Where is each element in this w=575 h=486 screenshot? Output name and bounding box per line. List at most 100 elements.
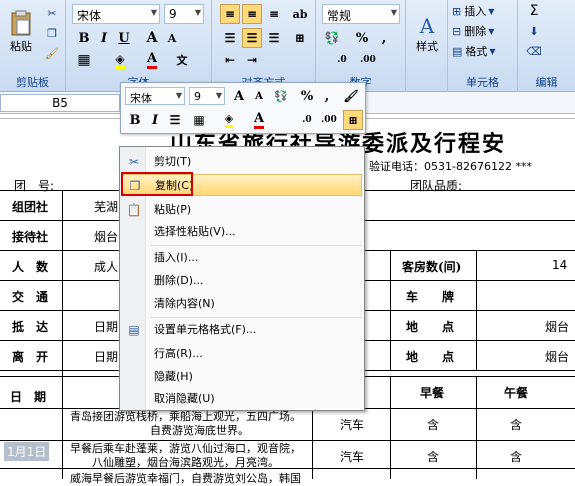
styles-icon: A xyxy=(419,14,435,38)
align-right-button[interactable]: ☰ xyxy=(264,28,284,48)
divider xyxy=(390,250,391,370)
mini-border-button[interactable]: ▦ xyxy=(189,110,209,130)
mini-percent-button[interactable]: % xyxy=(297,86,317,106)
shrink-font-glyph: A xyxy=(255,90,263,102)
cut-button[interactable]: ✂ xyxy=(42,4,62,22)
mini-increase-decimal-button[interactable]: .0 xyxy=(297,110,317,130)
mini-grow-font-button[interactable]: A xyxy=(229,86,249,106)
decrease-font-button[interactable]: A xyxy=(162,28,182,48)
mini-comma-button[interactable]: , xyxy=(317,86,337,106)
chevron-down-icon: ▼ xyxy=(488,6,495,16)
mini-merge-button[interactable]: ⊞ xyxy=(343,110,363,130)
align-left-button[interactable]: ☰ xyxy=(220,28,240,48)
mini-font-color-button[interactable]: A xyxy=(249,110,269,130)
phonetic-button[interactable]: 文 xyxy=(172,50,192,70)
autosum-button[interactable]: Σ xyxy=(522,2,546,20)
menu-item-delete[interactable]: 删除(D)... xyxy=(122,270,362,292)
align-top-button[interactable]: ≡ xyxy=(220,4,240,24)
fill-button[interactable]: ⬇ xyxy=(522,22,546,40)
decrease-decimal-button[interactable]: .00 xyxy=(358,50,378,70)
menu-item-cut[interactable]: ✂ 剪切(T) xyxy=(122,151,362,173)
menu-item-paste-special[interactable]: 选择性粘贴(V)... xyxy=(122,221,362,243)
fill-down-icon: ⬇ xyxy=(529,24,539,38)
paste-icon xyxy=(11,10,31,36)
comma-button[interactable]: , xyxy=(374,28,394,48)
menu-item-hide[interactable]: 隐藏(H) xyxy=(122,366,362,388)
format-icon: ▤ xyxy=(452,44,463,58)
insert-icon: ⊞ xyxy=(452,4,462,18)
alignment-group: ≡ ≡ ≡ ab ☰ ☰ ☰ ⊞ ⇤ ⇥ 对齐方式 xyxy=(212,0,316,92)
align-top-icon: ≡ xyxy=(224,7,236,21)
mini-center-button[interactable]: ☰ xyxy=(165,110,185,130)
borders-button[interactable]: ▦ xyxy=(74,50,94,70)
menu-item-paste[interactable]: 📋 粘贴(P) xyxy=(122,199,362,221)
font-name-combo[interactable]: 宋体 ▼ xyxy=(72,4,160,24)
number-format-combo[interactable]: 常规 ▼ xyxy=(322,4,400,24)
leave-date: 日期 xyxy=(94,350,119,364)
paste-button[interactable]: 粘贴 xyxy=(4,4,38,60)
menu-item-label: 清除内容(N) xyxy=(154,297,215,310)
copy-button[interactable]: ❐ xyxy=(42,24,62,42)
itinerary-breakfast: 含 xyxy=(427,450,440,464)
font-color-button[interactable]: A xyxy=(142,50,162,70)
underline-button[interactable]: U xyxy=(114,28,134,48)
chevron-down-icon: ▼ xyxy=(175,91,182,100)
menu-item-insert[interactable]: 插入(I)... xyxy=(122,247,362,269)
format-cells-icon: ▤ xyxy=(128,323,140,337)
menu-item-label: 选择性粘贴(V)... xyxy=(154,225,236,238)
menu-item-format-cells[interactable]: ▤ 设置单元格格式(F)... xyxy=(122,319,362,341)
increase-font-button[interactable]: A xyxy=(142,28,162,48)
insert-cells-button[interactable]: ⊞ 插入 ▼ xyxy=(452,2,514,20)
mini-font-size-combo[interactable]: 9 ▼ xyxy=(189,87,225,105)
fill-color-button[interactable]: ◈ xyxy=(110,50,130,70)
organizer-value: 芜湖 xyxy=(94,200,119,214)
chevron-down-icon: ▼ xyxy=(488,26,495,36)
menu-item-label: 设置单元格格式(F)... xyxy=(154,323,257,336)
mini-fill-color-button[interactable]: ◈ xyxy=(219,110,239,130)
styles-button[interactable]: A 样式 xyxy=(408,4,446,64)
bold-button[interactable]: B xyxy=(74,28,94,48)
verify-phone: * 验证电话：0531-82676122 *** xyxy=(360,160,532,173)
mini-decrease-decimal-button[interactable]: .00 xyxy=(319,110,339,130)
increase-indent-button[interactable]: ⇥ xyxy=(242,50,262,70)
mini-bold-button[interactable]: B xyxy=(125,110,145,130)
menu-item-label: 插入(I)... xyxy=(154,251,199,264)
align-middle-button[interactable]: ≡ xyxy=(242,4,262,24)
brush-icon: 🖌 xyxy=(343,89,359,103)
menu-separator xyxy=(150,245,362,246)
people-value: 成人 xyxy=(94,260,119,274)
align-center-button[interactable]: ☰ xyxy=(242,28,262,48)
styles-label: 样式 xyxy=(416,40,438,53)
align-bottom-button[interactable]: ≡ xyxy=(264,4,284,24)
mini-currency-button[interactable]: 💱 xyxy=(271,86,291,106)
merge-center-button[interactable]: ⊞ xyxy=(290,28,310,48)
font-size-combo[interactable]: 9 ▼ xyxy=(164,4,204,24)
mini-shrink-font-button[interactable]: A xyxy=(249,86,269,106)
grow-font-glyph: A xyxy=(233,88,245,104)
orientation-button[interactable]: ab xyxy=(290,4,310,24)
format-cells-button[interactable]: ▤ 格式 ▼ xyxy=(452,42,514,60)
currency-button[interactable]: 💱 xyxy=(322,28,342,48)
itinerary-lunch: 含 xyxy=(510,450,523,464)
menu-item-unhide[interactable]: 取消隐藏(U) xyxy=(122,388,362,410)
lunch-header: 午餐 xyxy=(504,386,529,400)
mini-format-painter-button[interactable]: 🖌 xyxy=(341,86,361,106)
mini-italic-button[interactable]: I xyxy=(145,110,165,130)
font-group: 宋体▼ 9▼ B I U A A ▦ ◈ A 文 字体 xyxy=(66,0,212,92)
car-label: 车 牌 xyxy=(406,290,455,304)
menu-item-clear-contents[interactable]: 清除内容(N) xyxy=(122,293,362,315)
copy-icon: ❐ xyxy=(47,26,57,40)
decrease-indent-button[interactable]: ⇤ xyxy=(220,50,240,70)
increase-decimal-button[interactable]: .0 xyxy=(332,50,352,70)
name-box[interactable]: B5 xyxy=(0,94,120,112)
menu-item-row-height[interactable]: 行高(R)... xyxy=(122,343,362,365)
delete-cells-button[interactable]: ⊟ 删除 ▼ xyxy=(452,22,514,40)
mini-toolbar: 宋体 ▼ 9 ▼ A A 💱 % , 🖌 B I ☰ ▦ ◈ A .0 .00 ⊞ xyxy=(120,82,366,134)
percent-button[interactable]: % xyxy=(352,28,372,48)
italic-button[interactable]: I xyxy=(94,28,114,48)
itinerary-line: 自费游览海底世界。 xyxy=(150,424,249,437)
align-center-icon: ☰ xyxy=(246,31,258,45)
clear-button[interactable]: ⌫ xyxy=(522,42,546,60)
mini-font-name-combo[interactable]: 宋体 ▼ xyxy=(125,87,185,105)
format-painter-button[interactable]: 🖌 xyxy=(42,44,62,62)
